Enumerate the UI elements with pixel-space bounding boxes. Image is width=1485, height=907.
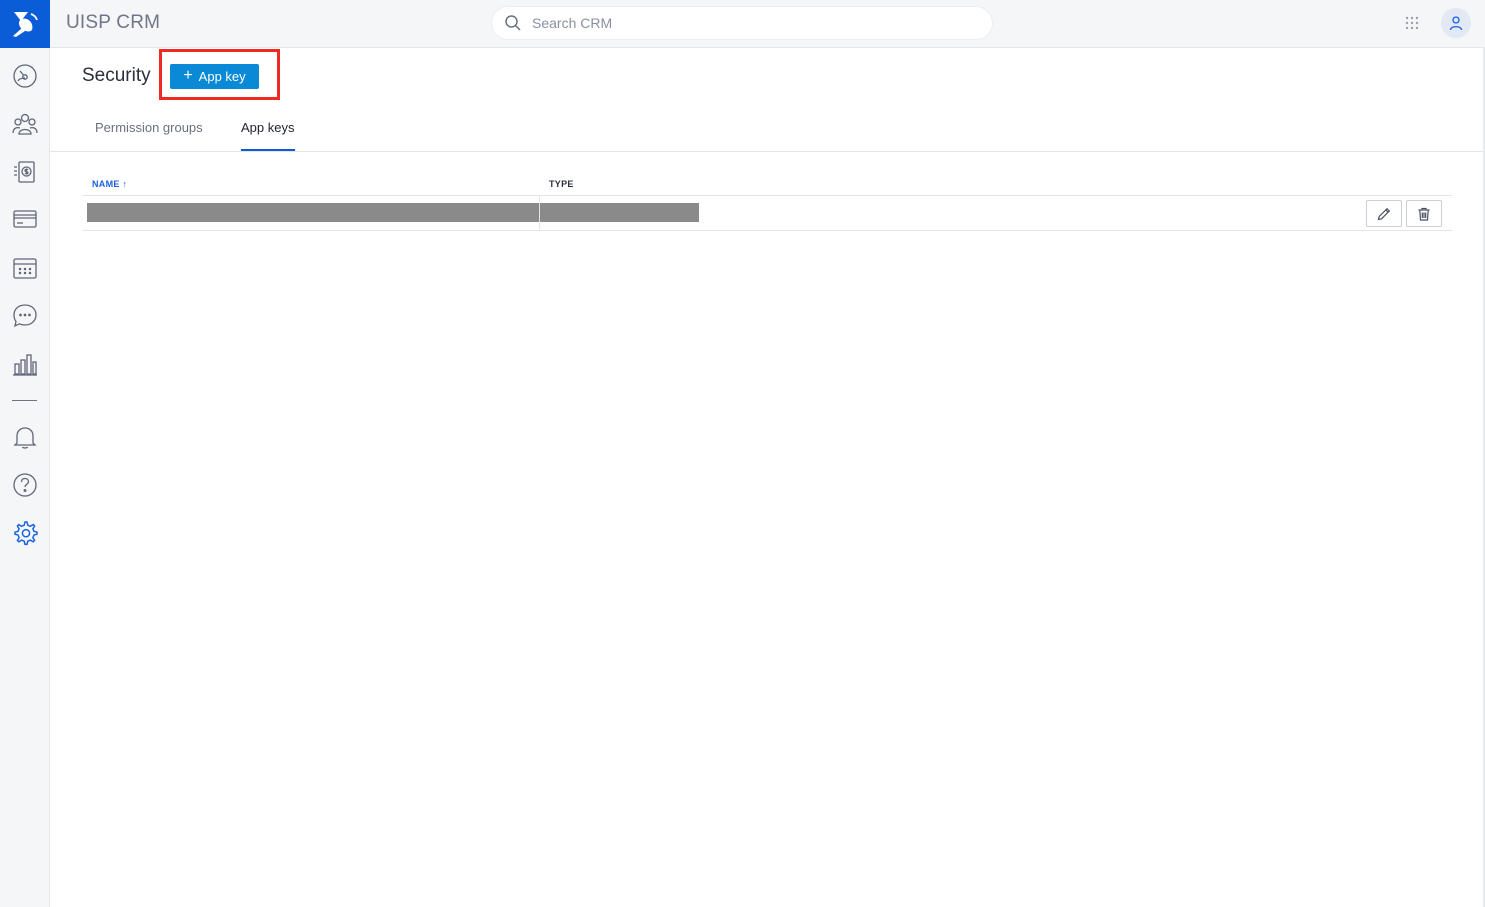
- table-row-divider: [83, 230, 1452, 231]
- question-icon: [13, 473, 37, 497]
- sidebar-item-notifications[interactable]: [9, 421, 41, 453]
- sidebar-item-help[interactable]: [9, 469, 41, 501]
- sort-ascending-icon: ↑: [122, 179, 128, 189]
- users-icon: [12, 113, 38, 135]
- page-title: Security: [82, 65, 151, 86]
- app-title: UISP CRM: [66, 12, 161, 33]
- trash-icon: [1418, 207, 1430, 221]
- sidebar-item-payments[interactable]: [9, 203, 41, 235]
- tab-app-keys[interactable]: App keys: [241, 120, 294, 135]
- sidebar-item-reports[interactable]: [9, 348, 41, 380]
- gauge-icon: [13, 64, 37, 88]
- add-app-key-label: App key: [198, 69, 246, 84]
- sidebar-divider: [12, 400, 37, 401]
- top-bar: UISP CRM: [50, 0, 1485, 48]
- apps-grid-icon[interactable]: [1404, 15, 1420, 31]
- sidebar-item-scheduling[interactable]: [9, 252, 41, 284]
- uisp-logo[interactable]: [0, 0, 50, 48]
- redacted-name-cell: [87, 203, 539, 222]
- satellite-logo-icon: [13, 12, 38, 37]
- invoice-dollar-icon: [14, 161, 35, 183]
- tabs-divider: [50, 151, 1485, 152]
- sidebar-item-clients[interactable]: [9, 108, 41, 140]
- plus-icon: +: [183, 66, 193, 84]
- delete-button[interactable]: [1406, 200, 1442, 227]
- table-header-divider: [83, 195, 1452, 196]
- sidebar-item-dashboard[interactable]: [9, 60, 41, 92]
- tab-permission-groups[interactable]: Permission groups: [95, 120, 203, 135]
- sidebar-item-settings[interactable]: [9, 517, 41, 549]
- sidebar: [0, 0, 50, 907]
- credit-card-icon: [13, 210, 37, 228]
- search-icon: [505, 15, 521, 31]
- bar-chart-icon: [13, 354, 37, 376]
- bell-icon: [13, 427, 37, 449]
- edit-button[interactable]: [1366, 200, 1402, 227]
- search-input[interactable]: [532, 14, 972, 32]
- chat-bubble-icon: [13, 304, 37, 328]
- add-app-key-button[interactable]: + App key: [170, 64, 259, 89]
- pencil-icon: [1377, 207, 1391, 220]
- column-header-name[interactable]: NAME ↑: [92, 179, 127, 189]
- sidebar-item-ticketing[interactable]: [9, 300, 41, 332]
- column-header-name-label: NAME: [92, 179, 120, 189]
- gear-icon: [14, 521, 38, 546]
- sidebar-item-billing[interactable]: [9, 156, 41, 188]
- redacted-type-cell: [540, 203, 699, 222]
- search-bar[interactable]: [492, 7, 992, 39]
- calendar-icon: [13, 258, 37, 279]
- column-header-type[interactable]: TYPE: [549, 179, 574, 189]
- user-icon: [1449, 16, 1463, 31]
- avatar[interactable]: [1441, 8, 1471, 38]
